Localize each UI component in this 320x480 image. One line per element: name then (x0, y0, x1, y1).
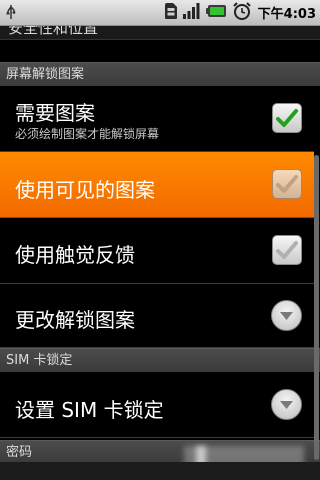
pref-change-unlock-pattern[interactable]: 更改解锁图案 (0, 284, 314, 348)
scrollbar[interactable] (314, 155, 319, 460)
pref-title: 设置 SIM 卡锁定 (15, 398, 164, 422)
category-header-screen-unlock: 屏幕解锁图案 (0, 62, 320, 86)
status-time: 下午4:03 (257, 7, 316, 22)
usb-icon (3, 4, 19, 20)
category-header-sim-lock: SIM 卡锁定 (0, 348, 320, 372)
pref-summary: 必须绘制图案才能解锁屏幕 (15, 127, 160, 141)
battery-icon (205, 3, 228, 23)
checkbox-disabled-icon[interactable] (272, 234, 302, 265)
next-row-peek (0, 462, 320, 480)
pref-require-pattern[interactable]: 需要图案 必须绘制图案才能解锁屏幕 (0, 86, 314, 152)
pref-set-sim-lock[interactable]: 设置 SIM 卡锁定 (0, 372, 314, 438)
pref-title: 需要图案 (15, 101, 95, 125)
alarm-icon (232, 1, 252, 25)
screen-title: 安全性和位置 (8, 25, 99, 37)
chevron-down-icon[interactable] (271, 388, 302, 420)
pref-title: 使用触觉反馈 (15, 243, 135, 267)
pref-title: 使用可见的图案 (15, 178, 155, 202)
status-bar: 下午4:03 (0, 0, 320, 26)
checkbox-disabled-icon[interactable] (272, 168, 302, 199)
chevron-down-icon[interactable] (271, 299, 302, 331)
pref-title: 更改解锁图案 (15, 308, 135, 332)
signal-icon (182, 2, 202, 24)
pref-use-tactile-feedback[interactable]: 使用触觉反馈 (0, 218, 314, 284)
sim-icon (164, 2, 178, 24)
pref-use-visible-pattern[interactable]: 使用可见的图案 (0, 152, 314, 218)
screen-title-peek: 安全性和位置 (0, 25, 320, 40)
checkbox-checked-icon[interactable] (272, 102, 302, 133)
